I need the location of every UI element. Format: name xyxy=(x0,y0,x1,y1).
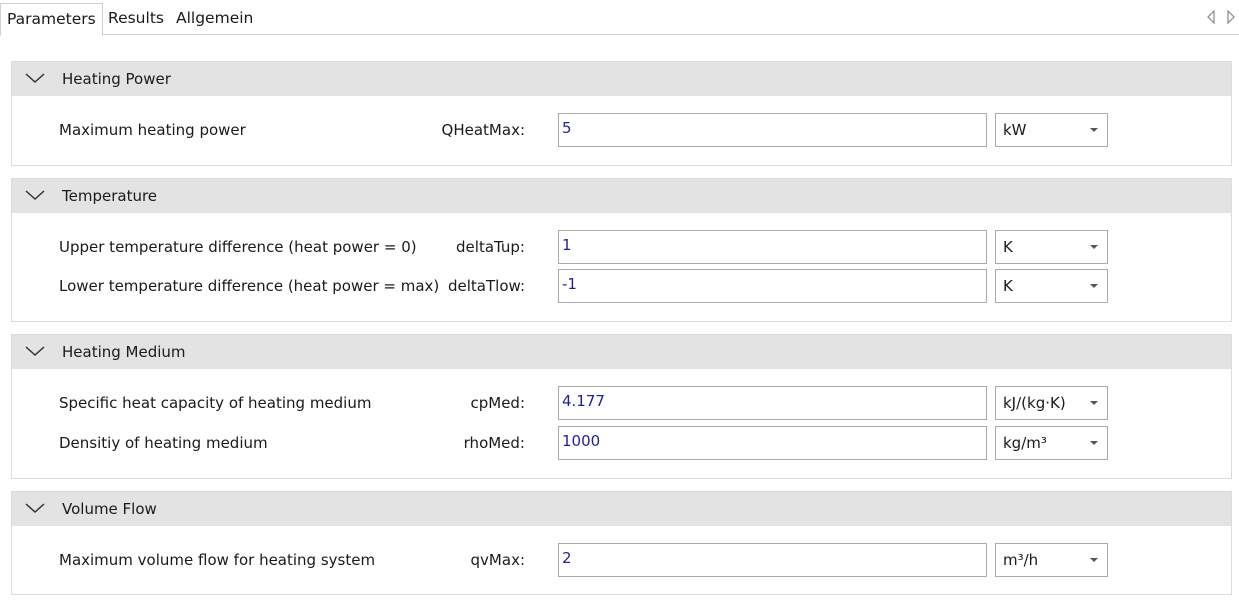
section-title: Volume Flow xyxy=(62,500,157,518)
unit-value: kW xyxy=(1003,121,1027,139)
param-description: Maximum volume flow for heating system xyxy=(59,551,376,569)
dropdown-arrow-icon xyxy=(1090,441,1098,445)
chevron-down-icon[interactable] xyxy=(24,344,46,358)
param-symbol: deltaTlow: xyxy=(448,277,525,295)
unit-value: K xyxy=(1003,238,1013,256)
deltatup-unit-select[interactable]: K xyxy=(995,230,1108,264)
param-symbol: rhoMed: xyxy=(463,434,525,452)
section-header-heating-medium[interactable]: Heating Medium xyxy=(12,335,1231,369)
deltatlow-input[interactable]: -1 xyxy=(558,269,987,303)
rhomed-unit-select[interactable]: kg/m³ xyxy=(995,426,1108,460)
dropdown-arrow-icon xyxy=(1090,558,1098,562)
param-row-rhomed: Densitiy of heating medium rhoMed: 1000 … xyxy=(12,426,1231,460)
tab-parameters[interactable]: Parameters xyxy=(0,3,103,36)
rhomed-input[interactable]: 1000 xyxy=(558,426,987,460)
section-header-volume-flow[interactable]: Volume Flow xyxy=(12,492,1231,526)
qheatmax-unit-select[interactable]: kW xyxy=(995,113,1108,147)
cpmed-input[interactable]: 4.177 xyxy=(558,386,987,420)
param-symbol: QHeatMax: xyxy=(441,121,525,139)
unit-value: kg/m³ xyxy=(1003,434,1047,452)
tab-bar: Parameters Results Allgemein xyxy=(0,0,1239,36)
param-row-cpmed: Specific heat capacity of heating medium… xyxy=(12,386,1231,420)
tab-allgemein[interactable]: Allgemein xyxy=(176,3,253,33)
param-symbol: deltaTup: xyxy=(456,238,525,256)
param-row-qvmax: Maximum volume flow for heating system q… xyxy=(12,543,1231,577)
deltatup-input[interactable]: 1 xyxy=(558,230,987,264)
unit-value: kJ/(kg·K) xyxy=(1003,394,1066,412)
section-header-temperature[interactable]: Temperature xyxy=(12,179,1231,213)
section-header-heating-power[interactable]: Heating Power xyxy=(12,62,1231,96)
chevron-down-icon[interactable] xyxy=(24,71,46,85)
param-description: Densitiy of heating medium xyxy=(59,434,268,452)
section-heating-medium: Heating Medium Specific heat capacity of… xyxy=(11,334,1232,479)
cpmed-unit-select[interactable]: kJ/(kg·K) xyxy=(995,386,1108,420)
deltatlow-unit-select[interactable]: K xyxy=(995,269,1108,303)
qvmax-unit-select[interactable]: m³/h xyxy=(995,543,1108,577)
section-title: Temperature xyxy=(62,187,158,205)
chevron-down-icon[interactable] xyxy=(24,501,46,515)
param-row-deltatup: Upper temperature difference (heat power… xyxy=(12,230,1231,264)
section-heating-power: Heating Power Maximum heating power QHea… xyxy=(11,61,1232,166)
param-description: Specific heat capacity of heating medium xyxy=(59,394,372,412)
section-title: Heating Power xyxy=(62,70,171,88)
section-volume-flow: Volume Flow Maximum volume flow for heat… xyxy=(11,491,1232,595)
qvmax-input[interactable]: 2 xyxy=(558,543,987,577)
dropdown-arrow-icon xyxy=(1090,245,1098,249)
tab-scroll-left-icon[interactable] xyxy=(1206,10,1216,24)
chevron-down-icon[interactable] xyxy=(24,188,46,202)
dropdown-arrow-icon xyxy=(1090,128,1098,132)
param-row-qheatmax: Maximum heating power QHeatMax: 5 kW xyxy=(12,113,1231,147)
qheatmax-input[interactable]: 5 xyxy=(558,113,987,147)
param-symbol: cpMed: xyxy=(470,394,525,412)
section-title: Heating Medium xyxy=(62,343,186,361)
param-description: Upper temperature difference (heat power… xyxy=(59,238,417,256)
param-row-deltatlow: Lower temperature difference (heat power… xyxy=(12,269,1231,303)
unit-value: K xyxy=(1003,277,1013,295)
param-description: Lower temperature difference (heat power… xyxy=(59,277,440,295)
unit-value: m³/h xyxy=(1003,551,1039,569)
tab-results[interactable]: Results xyxy=(108,3,164,33)
section-temperature: Temperature Upper temperature difference… xyxy=(11,178,1232,322)
param-description: Maximum heating power xyxy=(59,121,246,139)
param-symbol: qvMax: xyxy=(470,551,525,569)
dropdown-arrow-icon xyxy=(1090,284,1098,288)
tab-scroll-right-icon[interactable] xyxy=(1226,10,1236,24)
dropdown-arrow-icon xyxy=(1090,401,1098,405)
